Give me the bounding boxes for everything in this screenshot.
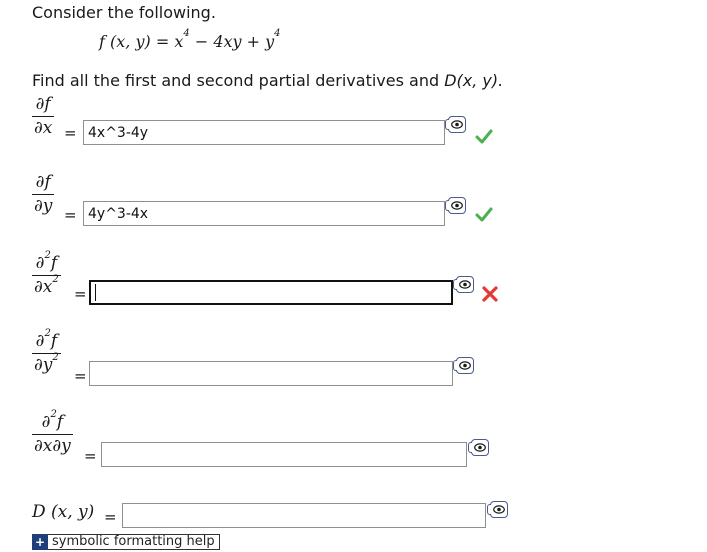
equals-sign: = (84, 447, 97, 465)
fxy-derivative-label: ∂2f ∂x∂y (32, 409, 73, 456)
discriminant-answer-input[interactable] (122, 503, 486, 528)
eye-preview-icon[interactable] (487, 501, 508, 518)
function-formula: f (x, y) = x4 − 4xy + y4 (99, 28, 281, 51)
equals-sign: = (74, 367, 87, 385)
equals-sign: = (74, 285, 87, 303)
fx-answer-input[interactable] (83, 120, 445, 145)
symbolic-formatting-help-link[interactable]: + symbolic formatting help (32, 534, 220, 550)
fy-derivative-label: ∂f ∂y (32, 172, 55, 216)
eye-preview-icon[interactable] (453, 276, 474, 293)
equals-sign: = (64, 124, 77, 142)
equals-sign: = (64, 206, 77, 224)
problem-intro: Consider the following. (32, 3, 216, 22)
eye-preview-icon[interactable] (445, 116, 466, 133)
fxx-derivative-label: ∂2f ∂x2 (32, 250, 61, 297)
formula-rhs-exp1: 4 (183, 28, 190, 39)
problem-prompt: Find all the first and second partial de… (32, 71, 503, 90)
text-caret (95, 284, 96, 301)
eye-preview-icon[interactable] (468, 439, 489, 456)
x-icon (482, 286, 498, 302)
equals-sign: = (104, 508, 117, 526)
prompt-math: D(x, y). (444, 71, 504, 90)
check-icon (475, 129, 493, 144)
fyy-derivative-label: ∂2f ∂y2 (32, 328, 61, 375)
help-link-label: symbolic formatting help (48, 534, 220, 550)
formula-rhs-mid: − 4xy + y (189, 32, 275, 51)
discriminant-label: D (x, y) (32, 502, 95, 522)
fy-answer-input[interactable] (83, 201, 445, 226)
formula-lhs: f (x, y) (99, 32, 151, 51)
formula-rhs-exp2: 4 (274, 28, 281, 39)
prompt-text: Find all the first and second partial de… (32, 71, 445, 90)
fx-derivative-label: ∂f ∂x (32, 94, 55, 138)
fyy-answer-input[interactable] (89, 361, 453, 386)
check-icon (475, 207, 493, 222)
plus-icon: + (32, 534, 48, 550)
fxy-answer-input[interactable] (101, 442, 467, 467)
eye-preview-icon[interactable] (445, 197, 466, 214)
fxx-answer-input[interactable] (89, 280, 453, 305)
formula-rhs-x: x (174, 32, 184, 51)
eye-preview-icon[interactable] (453, 357, 474, 374)
